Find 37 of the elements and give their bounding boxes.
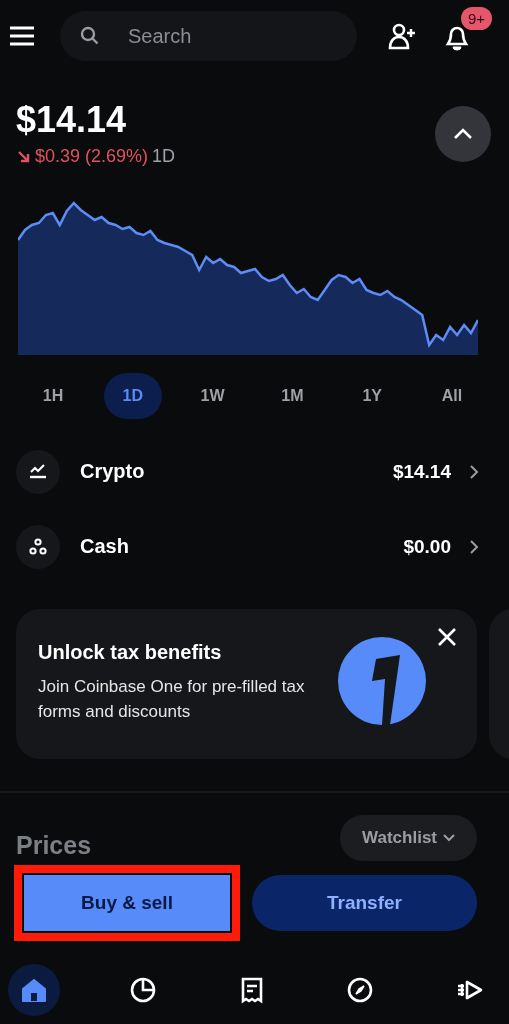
home-icon <box>20 976 48 1004</box>
range-tab[interactable]: All <box>423 373 481 419</box>
chevron-down-icon <box>443 834 455 842</box>
range-tab[interactable]: 1D <box>103 373 162 419</box>
range-tab[interactable]: 1W <box>183 373 242 419</box>
account-name: Cash <box>80 535 130 558</box>
section-title: Prices <box>16 830 92 860</box>
account-name: Crypto <box>80 460 146 483</box>
promo-title: Unlock tax benefits <box>38 641 223 664</box>
search-icon <box>80 26 100 46</box>
menu-icon[interactable] <box>8 25 36 47</box>
search-field[interactable]: Search <box>60 11 357 61</box>
range-tab[interactable]: 1Y <box>343 373 402 419</box>
range-tab[interactable]: 1H <box>24 373 82 419</box>
chart-icon <box>16 449 60 494</box>
chevron-up-icon <box>453 128 473 140</box>
balance-amount: $14.14 <box>16 100 128 140</box>
coins-icon <box>16 524 60 569</box>
add-person-icon[interactable] <box>387 21 417 51</box>
account-value: $0.00 <box>403 535 451 558</box>
account-value: $14.14 <box>392 460 451 483</box>
chevron-right-icon[interactable] <box>469 463 479 480</box>
promo-text: Join Coinbase One for pre-filled tax forms and discounts <box>38 676 306 723</box>
pie-chart-icon <box>128 976 157 1004</box>
home-tab[interactable] <box>8 964 60 1016</box>
period-label: 1D <box>152 146 176 167</box>
watchlist-dropdown[interactable]: Watchlist <box>340 815 477 861</box>
buy-sell-button[interactable]: Buy & sell <box>24 875 230 931</box>
collapse-button[interactable] <box>435 106 491 162</box>
logo-icon <box>338 637 426 725</box>
notification-badge: 9+ <box>461 7 493 30</box>
transfer-button[interactable]: Transfer <box>252 875 477 931</box>
range-tab[interactable]: 1M <box>263 373 322 419</box>
compass-icon <box>346 976 375 1004</box>
chevron-right-icon[interactable] <box>469 538 479 555</box>
close-icon[interactable] <box>437 627 457 647</box>
balance-change: $0.39 (2.69%) <box>35 146 149 167</box>
